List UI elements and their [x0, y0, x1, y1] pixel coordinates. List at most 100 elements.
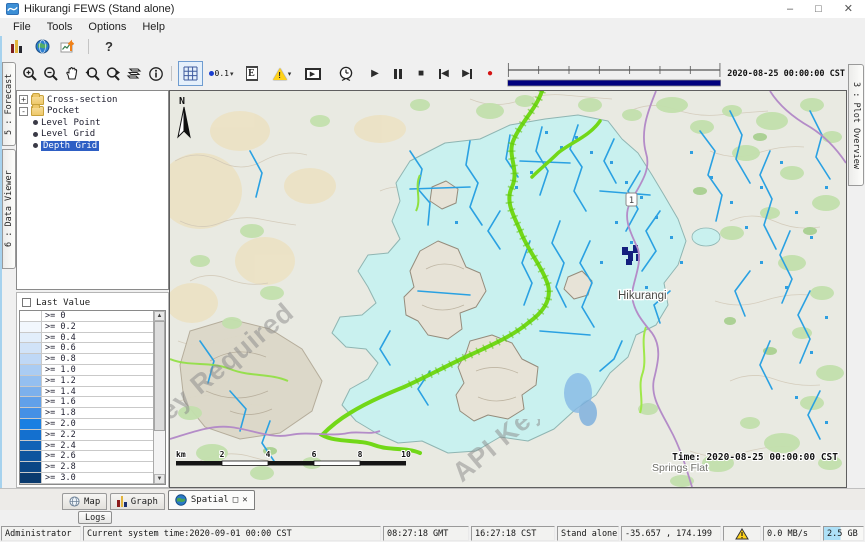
import-display-button[interactable]: [58, 38, 78, 56]
legend-row: >= 2.0: [20, 419, 153, 430]
warning-triangle-icon: !: [273, 68, 287, 80]
tab-graph[interactable]: Graph: [110, 493, 165, 510]
step-forward-button[interactable]: ▶: [460, 67, 474, 81]
tab-graph-label: Graph: [131, 497, 158, 507]
tab-forecast[interactable]: 5 : Forecast: [2, 62, 16, 146]
globe-icon: [175, 494, 187, 506]
legend-row: >= 1.0: [20, 365, 153, 376]
bullet-icon: [33, 132, 38, 137]
thresholds-dropdown[interactable]: ! ▾: [266, 61, 298, 86]
legend-body: >= 0 >= 0.2 >= 0.4 >= 0.6 >= 0.8: [19, 310, 166, 485]
scroll-down-icon[interactable]: ▼: [154, 474, 165, 484]
zoom-out-button[interactable]: [41, 63, 60, 85]
chart-arrow-icon: [60, 39, 76, 54]
tab-plot-overview[interactable]: 3 : Plot Overview: [848, 64, 864, 186]
tree-item-cross-section[interactable]: + Cross-section: [19, 94, 166, 106]
grid-display-button[interactable]: [178, 61, 203, 86]
zoom-next-button[interactable]: [104, 63, 123, 85]
status-system-time: Current system time:2020-09-01 00:00 CST: [83, 526, 381, 541]
collapse-icon[interactable]: -: [19, 107, 28, 116]
area-label: Springs Flat: [652, 462, 708, 474]
status-warning[interactable]: [723, 526, 761, 541]
tree-item-pocket[interactable]: - Pocket: [19, 106, 166, 118]
tab-spatial[interactable]: Spatial □ ✕: [168, 490, 255, 510]
minimize-button[interactable]: –: [787, 0, 793, 18]
help-button[interactable]: ?: [99, 38, 119, 56]
time-slider[interactable]: [507, 59, 721, 89]
menu-item[interactable]: Tools: [40, 20, 80, 34]
svg-text:10: 10: [401, 450, 411, 459]
tab-data-viewer[interactable]: 6 : Data Viewer: [2, 149, 16, 269]
status-memory[interactable]: 2.5 GB: [823, 526, 864, 541]
title-bar: Hikurangi FEWS (Stand alone) – □ ✕: [0, 0, 865, 18]
chevron-down-icon: ▾: [288, 70, 292, 78]
pause-icon: [394, 69, 402, 79]
zoom-out-icon: [43, 66, 59, 82]
legend-scrollbar[interactable]: ▲ ▼: [153, 311, 165, 484]
menu-item[interactable]: Help: [135, 20, 172, 34]
legend-value: >= 1.4: [42, 387, 76, 397]
bar-chart-icon: [117, 496, 127, 507]
legend-value: >= 0.2: [42, 322, 76, 332]
step-back-button[interactable]: ◀: [437, 67, 451, 81]
contour-value: 0.1: [215, 69, 229, 78]
info-icon: [148, 66, 164, 82]
legend-row: >= 1.8: [20, 408, 153, 419]
timer-button[interactable]: [333, 61, 358, 86]
legend-swatch: [20, 365, 42, 375]
animation-display-button[interactable]: ▶: [300, 61, 325, 86]
tab-maximize-icon[interactable]: □: [233, 496, 238, 505]
legend-swatch: [20, 311, 42, 321]
editor-button[interactable]: E: [239, 61, 264, 86]
pan-button[interactable]: [62, 63, 81, 85]
tree-item-depth-grid[interactable]: Depth Grid: [19, 140, 166, 152]
layers-button[interactable]: [125, 63, 144, 85]
legend-row: >= 2.6: [20, 451, 153, 462]
legend-swatch: [20, 473, 42, 483]
legend-header: Last Value: [19, 295, 166, 310]
legend-value: >= 1.8: [42, 408, 76, 418]
menu-item[interactable]: File: [6, 20, 38, 34]
contour-value-dropdown[interactable]: 0.1 ▾: [205, 61, 237, 86]
tab-close-icon[interactable]: ✕: [242, 496, 247, 505]
status-gmt-time: 08:27:18 GMT: [383, 526, 469, 541]
tab-map[interactable]: Map: [62, 493, 107, 510]
legend-value: >= 0.6: [42, 343, 76, 353]
play-button[interactable]: ▶: [368, 67, 382, 81]
expand-icon[interactable]: +: [19, 95, 28, 104]
last-value-checkbox[interactable]: [22, 298, 31, 307]
legend-swatch: [20, 441, 42, 451]
warning-triangle-icon: [735, 528, 749, 540]
right-tab-strip: 3 : Plot Overview: [848, 64, 865, 186]
playback-controls: ▶ ■ ◀ ▶ ●: [368, 67, 497, 81]
last-value-label: Last Value: [36, 298, 90, 308]
scrollbar-thumb[interactable]: [154, 321, 165, 431]
menu-item[interactable]: Options: [81, 20, 133, 34]
close-button[interactable]: ✕: [844, 0, 853, 18]
maximize-button[interactable]: □: [815, 0, 822, 18]
status-throughput: 0.0 MB/s: [763, 526, 821, 541]
pause-button[interactable]: [391, 67, 405, 81]
legend-row: >= 2.2: [20, 430, 153, 441]
zoom-next-icon: [105, 66, 122, 82]
time-slider-track: [507, 59, 721, 89]
toolbar-main: ?: [0, 36, 865, 57]
tree-item-level-point[interactable]: Level Point: [19, 117, 166, 129]
legend-value: >= 2.6: [42, 451, 76, 461]
scroll-up-icon[interactable]: ▲: [154, 311, 165, 321]
status-mode: Stand alone: [557, 526, 619, 541]
map-display-button[interactable]: [32, 38, 52, 56]
logs-button[interactable]: Logs: [78, 511, 112, 524]
stop-button[interactable]: ■: [414, 67, 428, 81]
tree-item-level-grid[interactable]: Level Grid: [19, 129, 166, 141]
zoom-previous-button[interactable]: [83, 63, 102, 85]
zoom-in-button[interactable]: [20, 63, 39, 85]
record-button[interactable]: ●: [483, 67, 497, 81]
legend-row: >= 3.0: [20, 473, 153, 484]
grid-icon: [183, 66, 198, 81]
map-view[interactable]: 1 API Key Required API Key Required N: [169, 90, 847, 488]
database-display-button[interactable]: [6, 38, 26, 56]
legend-swatch: [20, 333, 42, 343]
legend-swatch: [20, 376, 42, 386]
info-button[interactable]: [146, 63, 165, 85]
